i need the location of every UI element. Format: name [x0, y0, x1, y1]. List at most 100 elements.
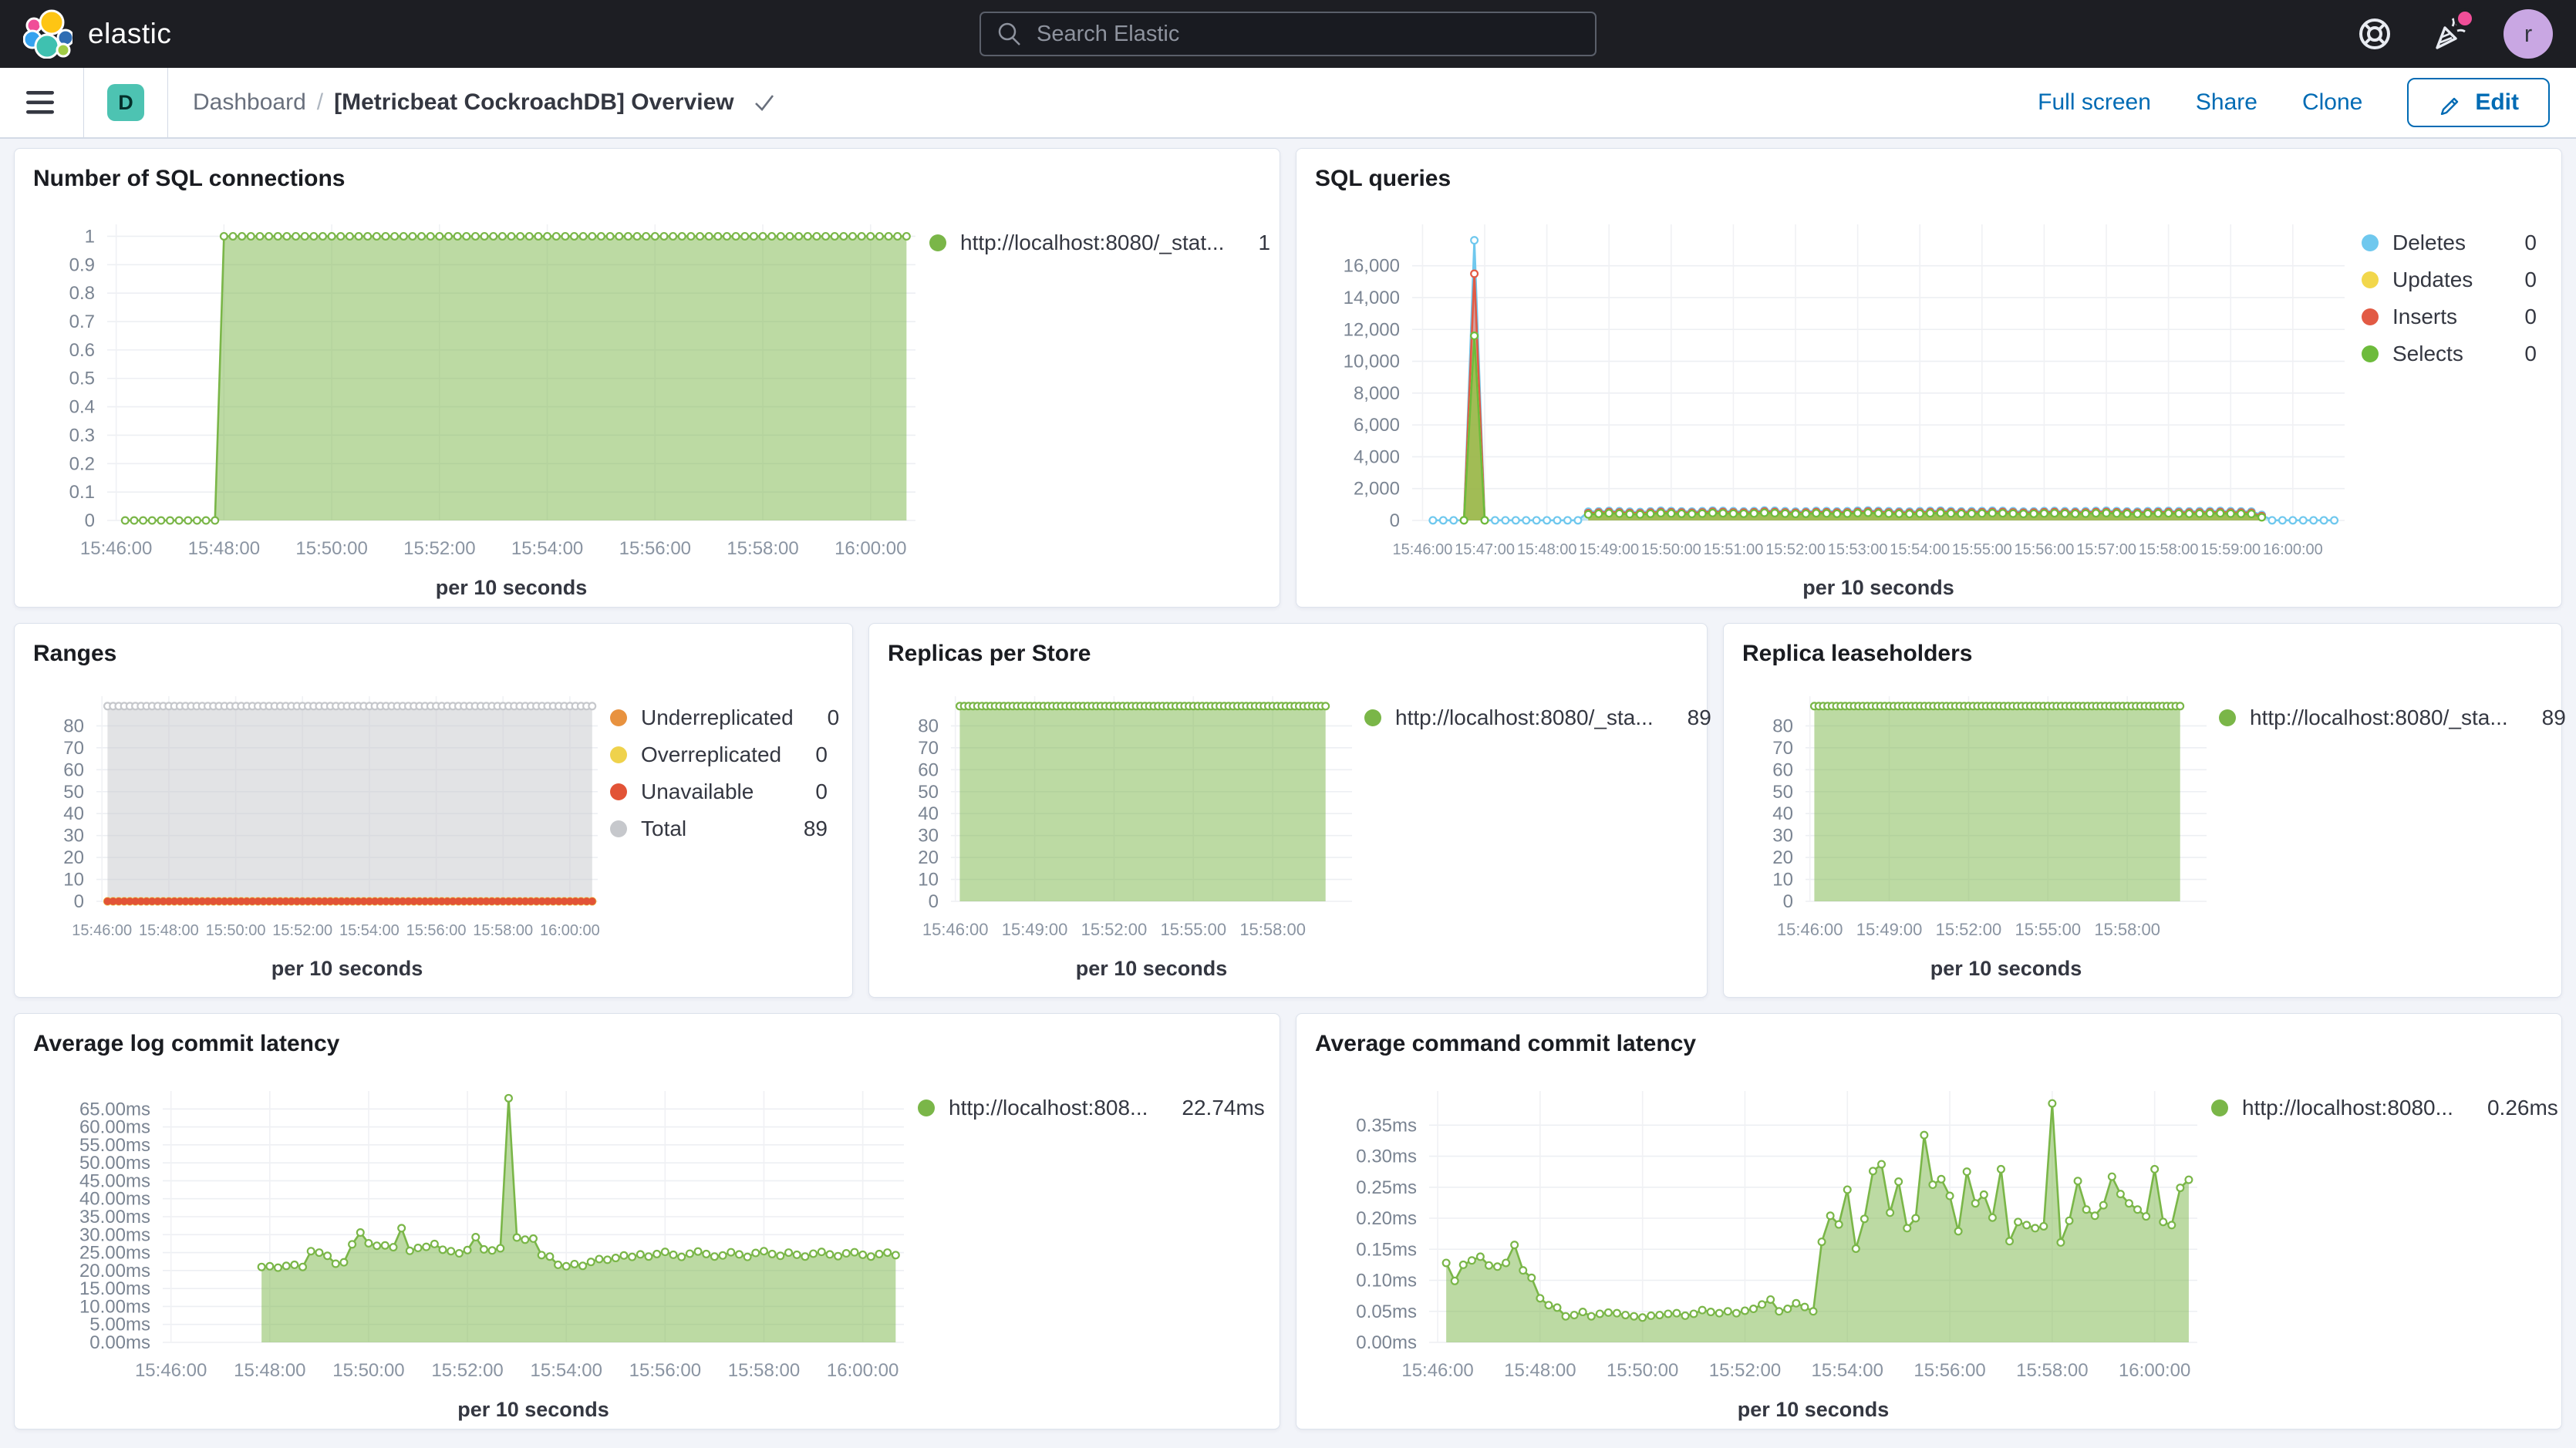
panel-number-of-sql-connections: Number of SQL connections 00.10.20.30.40… — [14, 148, 1280, 608]
log-commit-latency-chart[interactable]: 0.00ms5.00ms10.00ms15.00ms20.00ms25.00ms… — [33, 1063, 918, 1423]
share-button[interactable]: Share — [2196, 89, 2257, 116]
svg-text:65.00ms: 65.00ms — [79, 1099, 150, 1120]
svg-text:15:54:00: 15:54:00 — [339, 922, 400, 939]
legend-label: Inserts — [2392, 305, 2457, 329]
series-dot — [2211, 1099, 2228, 1116]
legend-item[interactable]: Overreplicated 0 — [610, 743, 828, 767]
legend-label: Overreplicated — [641, 743, 781, 767]
newsfeed-icon[interactable] — [2429, 15, 2466, 52]
legend-value: 0 — [2504, 342, 2537, 366]
legend-label: Deletes — [2392, 231, 2466, 255]
legend-item[interactable]: http://localhost:8080/_sta... 89 — [2219, 705, 2537, 730]
replica-leaseholders-chart[interactable]: 0102030405060708015:46:0015:49:0015:52:0… — [1742, 673, 2219, 991]
replicas-per-store-chart[interactable]: 0102030405060708015:46:0015:49:0015:52:0… — [888, 673, 1364, 991]
check-icon[interactable] — [753, 93, 776, 113]
panel-title: Replica leaseholders — [1742, 639, 2543, 668]
svg-text:15:52:00: 15:52:00 — [431, 1360, 503, 1381]
svg-text:15:54:00: 15:54:00 — [1890, 541, 1950, 558]
legend-item[interactable]: Inserts 0 — [2362, 305, 2537, 329]
legend-label: http://localhost:8080/_sta... — [1395, 705, 1654, 730]
svg-text:0.30ms: 0.30ms — [1356, 1147, 1417, 1167]
svg-text:per 10 seconds: per 10 seconds — [271, 957, 423, 980]
legend-label: Unavailable — [641, 780, 754, 804]
svg-text:15:50:00: 15:50:00 — [332, 1360, 404, 1381]
legend-item[interactable]: Underreplicated 0 — [610, 705, 828, 730]
svg-text:15:53:00: 15:53:00 — [1828, 541, 1888, 558]
svg-text:15:56:00: 15:56:00 — [629, 1360, 701, 1381]
legend-item[interactable]: http://localhost:8080... 0.26ms — [2211, 1096, 2537, 1120]
svg-text:15:48:00: 15:48:00 — [1517, 541, 1577, 558]
svg-text:10: 10 — [1772, 870, 1793, 891]
svg-text:15:46:00: 15:46:00 — [80, 538, 152, 559]
svg-text:20: 20 — [63, 847, 84, 868]
dashboard-toolbar: D Dashboard / [Metricbeat CockroachDB] O… — [0, 68, 2576, 139]
svg-text:15:49:00: 15:49:00 — [1856, 920, 1923, 939]
user-avatar[interactable]: r — [2504, 9, 2553, 59]
legend-label: Updates — [2392, 268, 2473, 292]
legend-value: 0 — [795, 780, 828, 804]
legend-item[interactable]: Selects 0 — [2362, 342, 2537, 366]
svg-text:10: 10 — [918, 870, 939, 891]
legend-item[interactable]: Deletes 0 — [2362, 231, 2537, 255]
command-commit-latency-chart[interactable]: 0.00ms0.05ms0.10ms0.15ms0.20ms0.25ms0.30… — [1315, 1063, 2211, 1423]
svg-text:16,000: 16,000 — [1344, 256, 1400, 277]
elastic-logo[interactable]: elastic — [23, 9, 171, 59]
svg-text:15:46:00: 15:46:00 — [1777, 920, 1843, 939]
svg-text:per 10 seconds: per 10 seconds — [436, 576, 588, 599]
panel-title: Replicas per Store — [888, 639, 1688, 668]
sql-connections-chart[interactable]: 00.10.20.30.40.50.60.70.80.9115:46:0015:… — [33, 198, 929, 601]
svg-text:0.20ms: 0.20ms — [1356, 1208, 1417, 1229]
clone-button[interactable]: Clone — [2302, 89, 2362, 116]
legend-label: Total — [641, 817, 686, 841]
top-navbar: elastic — [0, 0, 2576, 68]
legend-item[interactable]: http://localhost:8080/_stat... 1 — [929, 231, 1255, 255]
svg-text:15:46:00: 15:46:00 — [72, 922, 132, 939]
legend-value: 1 — [1238, 231, 1270, 255]
svg-text:15:58:00: 15:58:00 — [2094, 920, 2160, 939]
svg-text:10,000: 10,000 — [1344, 352, 1400, 372]
svg-text:15:52:00: 15:52:00 — [1936, 920, 2002, 939]
notification-dot — [2454, 8, 2476, 29]
svg-text:15:52:00: 15:52:00 — [403, 538, 475, 559]
search-icon — [996, 21, 1023, 47]
svg-text:0.8: 0.8 — [69, 283, 95, 304]
svg-text:30: 30 — [918, 826, 939, 847]
svg-text:15:59:00: 15:59:00 — [2200, 541, 2261, 558]
svg-text:per 10 seconds: per 10 seconds — [457, 1398, 609, 1421]
global-search[interactable] — [979, 12, 1597, 56]
chart-legend: http://localhost:808... 22.74ms — [918, 1063, 1261, 1423]
sql-queries-chart[interactable]: 02,0004,0006,0008,00010,00012,00014,0001… — [1315, 198, 2362, 601]
search-input[interactable] — [1037, 22, 1580, 47]
svg-text:10: 10 — [63, 870, 84, 891]
panel-title: Average log commit latency — [33, 1029, 1261, 1059]
svg-text:6,000: 6,000 — [1354, 415, 1400, 436]
edit-button[interactable]: Edit — [2407, 78, 2550, 127]
ranges-chart[interactable]: 0102030405060708015:46:0015:48:0015:50:0… — [33, 673, 610, 991]
help-icon[interactable] — [2357, 16, 2392, 52]
legend-item[interactable]: http://localhost:808... 22.74ms — [918, 1096, 1255, 1120]
svg-text:70: 70 — [918, 738, 939, 759]
breadcrumb-dashboard-link[interactable]: Dashboard — [193, 89, 306, 116]
menu-button[interactable] — [22, 89, 83, 116]
svg-text:14,000: 14,000 — [1344, 288, 1400, 308]
svg-text:15:46:00: 15:46:00 — [135, 1360, 207, 1381]
series-dot — [610, 709, 627, 726]
chart-legend: http://localhost:8080... 0.26ms — [2211, 1063, 2543, 1423]
svg-text:2,000: 2,000 — [1354, 479, 1400, 500]
full-screen-button[interactable]: Full screen — [2038, 89, 2151, 116]
legend-item[interactable]: Unavailable 0 — [610, 780, 828, 804]
svg-text:0.1: 0.1 — [69, 482, 95, 503]
svg-text:15:57:00: 15:57:00 — [2076, 541, 2136, 558]
svg-text:70: 70 — [1772, 738, 1793, 759]
svg-text:0.25ms: 0.25ms — [1356, 1177, 1417, 1198]
page-title[interactable]: [Metricbeat CockroachDB] Overview — [334, 89, 734, 116]
legend-item[interactable]: Total 89 — [610, 817, 828, 841]
panel-average-command-commit-latency: Average command commit latency 0.00ms0.0… — [1296, 1013, 2562, 1429]
legend-item[interactable]: http://localhost:8080/_sta... 89 — [1364, 705, 1682, 730]
space-badge[interactable]: D — [107, 84, 144, 121]
svg-text:15:48:00: 15:48:00 — [234, 1360, 305, 1381]
legend-item[interactable]: Updates 0 — [2362, 268, 2537, 292]
svg-text:55.00ms: 55.00ms — [79, 1135, 150, 1156]
svg-text:0.15ms: 0.15ms — [1356, 1239, 1417, 1260]
edit-button-label: Edit — [2475, 89, 2519, 116]
